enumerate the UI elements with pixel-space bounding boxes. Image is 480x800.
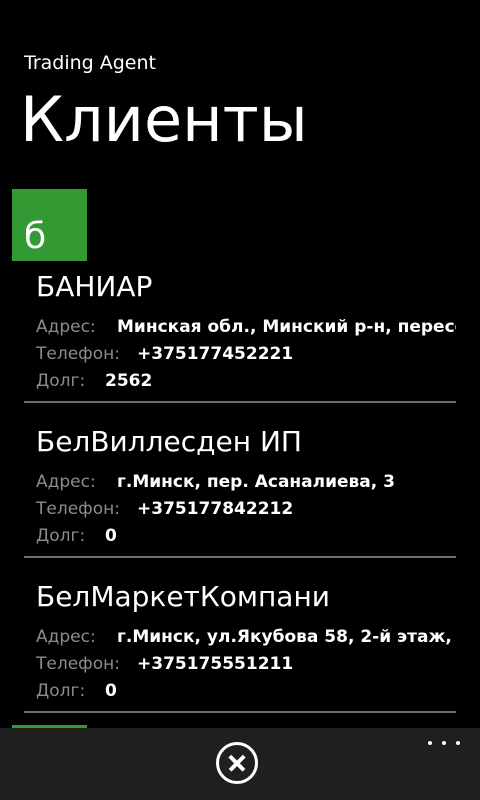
client-debt-row: Долг: 2562: [36, 370, 456, 394]
group-letter: б: [24, 216, 47, 257]
client-address: г.Минск, пер. Асаналиева, 3: [117, 472, 395, 492]
client-address-row: Адрес: г.Минск, пер. Асаналиева, 3: [36, 471, 456, 495]
client-debt-row: Долг: 0: [36, 525, 456, 549]
phone-label: Телефон:: [36, 499, 120, 519]
page-title: Клиенты: [20, 83, 308, 156]
client-address: г.Минск, ул.Якубова 58, 2-й этаж, ко: [117, 627, 456, 647]
client-debt: 2562: [105, 371, 153, 391]
client-address: Минская обл., Минский р-н, пересе: [117, 317, 456, 337]
client-address-row: Адрес: г.Минск, ул.Якубова 58, 2-й этаж,…: [36, 626, 456, 650]
debt-label: Долг:: [36, 371, 86, 391]
list-divider: [24, 556, 456, 558]
client-debt: 0: [105, 526, 117, 546]
list-divider: [24, 711, 456, 713]
more-ellipsis-icon[interactable]: [428, 736, 460, 756]
address-label: Адрес:: [36, 472, 96, 492]
client-phone: +375177452221: [137, 344, 294, 364]
debt-label: Долг:: [36, 681, 86, 701]
phone-label: Телефон:: [36, 654, 120, 674]
client-phone: +375177842212: [137, 499, 294, 519]
client-phone: +375175551211: [137, 654, 294, 674]
client-debt-row: Долг: 0: [36, 680, 456, 704]
client-name: БелМаркетКомпани: [36, 580, 330, 613]
close-circle-icon[interactable]: [216, 742, 258, 784]
group-header-tile[interactable]: б: [12, 189, 87, 261]
application-bar: [0, 728, 480, 800]
client-phone-row: Телефон: +375177452221: [36, 343, 456, 367]
list-divider: [24, 401, 456, 403]
phone-label: Телефон:: [36, 344, 120, 364]
app-title: Trading Agent: [24, 52, 156, 74]
client-debt: 0: [105, 681, 117, 701]
client-phone-row: Телефон: +375175551211: [36, 653, 456, 677]
client-name: БелВиллесден ИП: [36, 425, 302, 458]
client-address-row: Адрес: Минская обл., Минский р-н, пересе: [36, 316, 456, 340]
client-name: БАНИАР: [36, 270, 153, 303]
address-label: Адрес:: [36, 627, 96, 647]
client-phone-row: Телефон: +375177842212: [36, 498, 456, 522]
address-label: Адрес:: [36, 317, 96, 337]
screen: Trading Agent Клиенты б БАНИАР Адрес: Ми…: [0, 0, 480, 800]
debt-label: Долг:: [36, 526, 86, 546]
